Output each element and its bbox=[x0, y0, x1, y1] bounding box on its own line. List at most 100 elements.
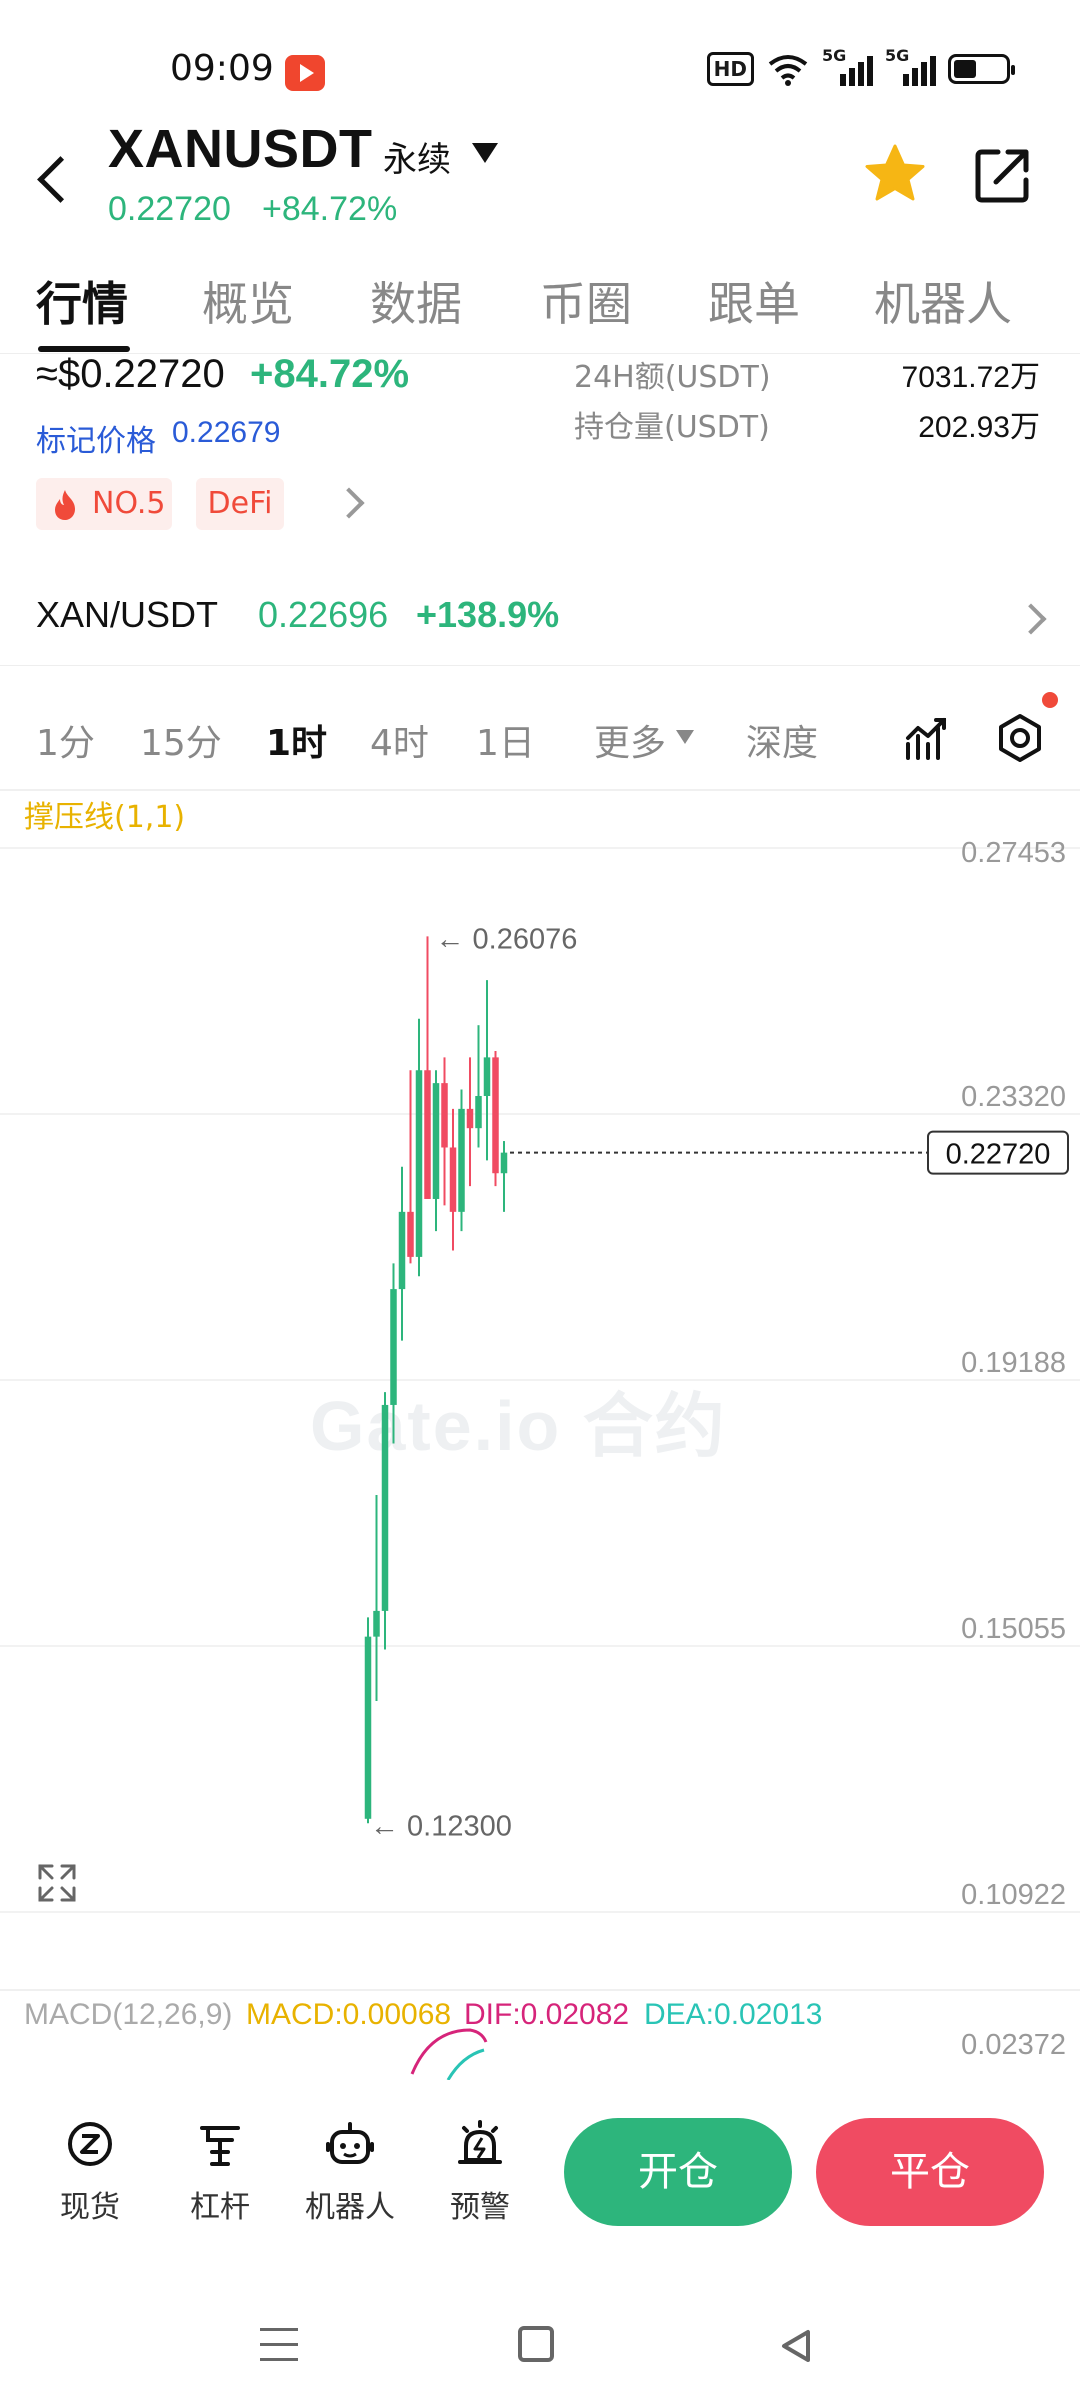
rank-tag[interactable]: NO.5 bbox=[36, 478, 172, 530]
bot-nav-button[interactable]: 机器人 bbox=[300, 2118, 400, 2226]
pair-name[interactable]: XANUSDT bbox=[108, 118, 373, 180]
contract-type[interactable]: 永续 bbox=[383, 132, 451, 181]
mark-price-label[interactable]: 标记价格 bbox=[36, 416, 156, 460]
candle-body bbox=[415, 1070, 423, 1257]
rank-tag-label: NO.5 bbox=[92, 486, 166, 521]
chevron-right-icon[interactable] bbox=[333, 487, 365, 519]
y-tick-label: 0.19188 bbox=[961, 1347, 1066, 1379]
tab-market[interactable]: 行情 bbox=[36, 268, 128, 334]
candle-body bbox=[441, 1083, 448, 1148]
screen-record-icon bbox=[285, 55, 325, 91]
star-icon[interactable] bbox=[860, 140, 930, 210]
dea-value: DEA:0.02013 bbox=[644, 1998, 823, 2031]
spot-nav-button[interactable]: 现货 bbox=[40, 2118, 140, 2226]
candle-body bbox=[458, 1108, 465, 1212]
back-button[interactable] bbox=[28, 145, 88, 215]
defi-tag[interactable]: DeFi bbox=[196, 478, 284, 530]
wifi-icon bbox=[768, 55, 808, 86]
main-tabs: 行情 概览 数据 币圈 跟单 机器人 bbox=[0, 258, 1080, 354]
candle-body bbox=[390, 1289, 397, 1405]
y-tick-label: 0.27453 bbox=[961, 837, 1066, 869]
notification-dot bbox=[1042, 692, 1058, 708]
candle-body bbox=[466, 1108, 474, 1129]
approx-price: ≈$0.22720 bbox=[36, 352, 225, 396]
y-tick-label: 0.10922 bbox=[961, 1879, 1066, 1911]
interval-15m[interactable]: 15分 bbox=[140, 714, 222, 766]
turnover-label: 24H额(USDT) bbox=[574, 360, 771, 395]
candle-body bbox=[449, 1147, 457, 1212]
interval-more[interactable]: 更多 bbox=[594, 714, 666, 766]
candle-body bbox=[432, 1083, 440, 1199]
share-icon[interactable] bbox=[968, 140, 1038, 210]
alert-nav-button[interactable]: 预警 bbox=[430, 2118, 530, 2226]
header-change: +84.72% bbox=[262, 190, 398, 228]
open-interest-value: 202.93万 bbox=[918, 411, 1040, 444]
hd-icon: HD bbox=[706, 52, 754, 86]
interval-bar: 1分 15分 1时 4时 1日 更多 深度 bbox=[0, 690, 1080, 790]
high-price-label: ← 0.26076 bbox=[436, 924, 578, 956]
back-triangle-icon[interactable] bbox=[776, 2326, 816, 2366]
tab-community[interactable]: 币圈 bbox=[540, 268, 632, 334]
signal-icon-2: 5G bbox=[885, 46, 936, 86]
settings-icon[interactable] bbox=[994, 712, 1046, 764]
tab-data[interactable]: 数据 bbox=[370, 268, 462, 334]
mark-price-value: 0.22679 bbox=[172, 416, 281, 449]
depth-button[interactable]: 深度 bbox=[746, 714, 818, 766]
fire-icon bbox=[55, 490, 75, 520]
candle-body bbox=[373, 1610, 380, 1637]
tab-bots[interactable]: 机器人 bbox=[874, 268, 1012, 334]
candle-body bbox=[500, 1152, 508, 1174]
y-tick-label: 0.15055 bbox=[961, 1613, 1066, 1645]
open-position-button[interactable]: 开仓 bbox=[564, 2118, 792, 2226]
chevron-right-icon bbox=[1015, 603, 1047, 635]
candle-body bbox=[483, 1057, 491, 1096]
dif-value: DIF:0.02082 bbox=[464, 1998, 630, 2031]
spot-icon bbox=[68, 2122, 112, 2166]
status-icons: HD 5G 5G bbox=[706, 46, 1015, 86]
interval-1h[interactable]: 1时 bbox=[266, 714, 327, 766]
indicator-icon[interactable] bbox=[902, 714, 952, 764]
status-time: 09:09 bbox=[170, 48, 274, 89]
spot-change: +138.9% bbox=[416, 594, 560, 635]
price-change: +84.72% bbox=[250, 352, 410, 396]
header-price: 0.22720 bbox=[108, 190, 231, 228]
candle-body bbox=[407, 1211, 414, 1257]
current-price-label: 0.22720 bbox=[946, 1139, 1051, 1171]
interval-1m[interactable]: 1分 bbox=[36, 714, 95, 766]
candle-body bbox=[492, 1057, 499, 1174]
menu-icon[interactable] bbox=[260, 2328, 298, 2362]
home-icon[interactable] bbox=[518, 2326, 554, 2362]
fullscreen-icon[interactable] bbox=[36, 1862, 78, 1904]
tab-overview[interactable]: 概览 bbox=[202, 268, 294, 334]
candle-body bbox=[475, 1095, 482, 1129]
header: XANUSDT 永续 0.22720 +84.72% bbox=[0, 110, 1080, 240]
bottom-action-bar: 现货 杠杆 机器人 预警 开仓 平仓 bbox=[0, 2080, 1080, 2280]
spot-pair-name: XAN/USDT bbox=[36, 594, 219, 635]
interval-4h[interactable]: 4时 bbox=[370, 714, 429, 766]
turnover-value: 7031.72万 bbox=[901, 361, 1040, 394]
interval-1d[interactable]: 1日 bbox=[476, 714, 535, 766]
pair-dropdown-icon[interactable] bbox=[472, 143, 498, 163]
battery-icon bbox=[948, 54, 1015, 84]
alarm-icon bbox=[458, 2120, 502, 2164]
candle-body bbox=[364, 1636, 372, 1819]
y-tick-label: 0.23320 bbox=[961, 1081, 1066, 1113]
leverage-icon bbox=[200, 2126, 240, 2166]
macd-axis-label: 0.02372 bbox=[961, 2029, 1066, 2061]
tab-copy-trade[interactable]: 跟单 bbox=[708, 268, 800, 334]
spot-pair-row[interactable]: XAN/USDT 0.22696 +138.9% bbox=[0, 580, 1080, 666]
candlestick-chart[interactable]: 0.27453 0.23320 0.19188 0.15055 0.10922 ← 0.2… bbox=[0, 780, 1080, 2080]
macd-value: MACD:0.00068 bbox=[246, 1998, 452, 2031]
candle-body bbox=[424, 1070, 431, 1199]
open-interest-label: 持仓量(USDT) bbox=[574, 410, 770, 445]
robot-icon bbox=[326, 2122, 374, 2164]
candle-body bbox=[381, 1404, 389, 1611]
dea-line bbox=[446, 2048, 485, 2080]
more-dropdown-icon bbox=[676, 730, 694, 744]
macd-params[interactable]: MACD(12,26,9) bbox=[24, 1998, 232, 2032]
close-position-button[interactable]: 平仓 bbox=[816, 2118, 1044, 2226]
margin-nav-button[interactable]: 杠杆 bbox=[170, 2118, 270, 2226]
spot-price: 0.22696 bbox=[258, 594, 389, 635]
signal-icon-1: 5G bbox=[822, 46, 873, 86]
low-price-label: ← 0.12300 bbox=[370, 1810, 512, 1842]
